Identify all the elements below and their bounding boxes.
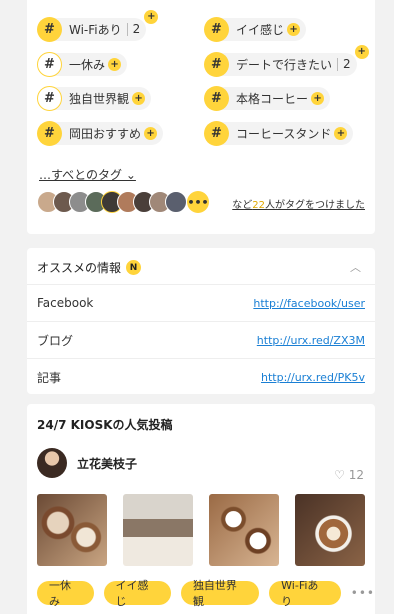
info-card: オススメの情報 N ︿ Facebook http://facebook/use… bbox=[27, 248, 375, 394]
tag-dokuji[interactable]: # 独自世界観 + bbox=[37, 84, 152, 112]
avatar bbox=[165, 191, 187, 213]
tag-okada[interactable]: # 岡田おすすめ + bbox=[37, 119, 164, 147]
post-tag[interactable]: イイ感じ bbox=[103, 579, 171, 608]
avatar bbox=[37, 448, 67, 478]
add-tag-icon[interactable]: + bbox=[108, 57, 122, 71]
hash-icon: # bbox=[204, 51, 229, 77]
tag-label: イイ感じ bbox=[236, 22, 285, 37]
blog-link[interactable]: http://urx.red/ZX3M bbox=[257, 334, 365, 347]
post-tag[interactable]: Wi-Fiあり bbox=[269, 579, 341, 608]
add-tag-icon[interactable]: + bbox=[144, 9, 159, 24]
post-photo[interactable] bbox=[123, 494, 193, 566]
add-tag-icon[interactable]: + bbox=[287, 22, 301, 36]
add-tag-icon[interactable]: + bbox=[311, 91, 325, 105]
tag-wifi[interactable]: # Wi-Fiあり 2 + bbox=[37, 9, 159, 43]
tag-coffee-stand[interactable]: # コーヒースタンド + bbox=[204, 119, 354, 147]
tag-label: 本格コーヒー bbox=[236, 91, 309, 106]
tag-label: 岡田おすすめ bbox=[69, 126, 142, 141]
info-title: オススメの情報 bbox=[37, 261, 122, 275]
article-link[interactable]: http://urx.red/PK5v bbox=[261, 371, 365, 384]
tag-summary-link[interactable]: など22人がタグをつけました bbox=[232, 196, 365, 211]
like-count[interactable]: ♡ 12 bbox=[334, 468, 364, 482]
tag-iikanji[interactable]: # イイ感じ + bbox=[204, 15, 307, 43]
all-tags-link[interactable]: …すべとのタグ ⌄ bbox=[39, 166, 136, 183]
hash-icon: # bbox=[37, 120, 62, 146]
tag-label: 独自世界観 bbox=[69, 91, 130, 106]
post-photo[interactable] bbox=[209, 494, 279, 566]
popular-title: 24/7 KIOSKの人気投稿 bbox=[37, 418, 173, 432]
collapse-icon[interactable]: ︿ bbox=[350, 259, 361, 275]
post-photo[interactable] bbox=[37, 494, 107, 566]
author-name: 立花美枝子 bbox=[77, 456, 138, 471]
tags-card: # Wi-Fiあり 2 + # イイ感じ + # 一休み + # デートで行きたい 2 + … bbox=[27, 0, 375, 234]
tag-count: 2 bbox=[343, 57, 351, 71]
more-icon[interactable]: ••• bbox=[351, 586, 375, 600]
popular-posts-card: 24/7 KIOSKの人気投稿 立花美枝子 ♡ 12 一休み イイ感じ 独自世界… bbox=[27, 404, 375, 614]
info-row-article: 記事 http://urx.red/PK5v bbox=[27, 358, 375, 395]
hash-icon: # bbox=[37, 85, 62, 111]
tag-label: コーヒースタンド bbox=[236, 126, 332, 141]
tag-count: 2 bbox=[132, 22, 141, 36]
info-row-facebook: Facebook http://facebook/user bbox=[27, 284, 375, 321]
info-header: オススメの情報 N bbox=[37, 259, 142, 276]
info-row-blog: ブログ http://urx.red/ZX3M bbox=[27, 321, 375, 358]
tag-hitoyasumi[interactable]: # 一休み + bbox=[37, 50, 128, 78]
tag-date[interactable]: # デートで行きたい 2 + bbox=[204, 44, 369, 78]
add-tag-icon[interactable]: + bbox=[334, 126, 348, 140]
post-photos bbox=[37, 494, 365, 566]
tag-honkaku[interactable]: # 本格コーヒー + bbox=[204, 84, 331, 112]
tagger-avatars[interactable]: ••• bbox=[37, 191, 209, 215]
post-photo[interactable] bbox=[295, 494, 365, 566]
add-tag-icon[interactable]: + bbox=[354, 44, 369, 59]
hash-icon: # bbox=[37, 16, 62, 42]
post-tag[interactable]: 独自世界観 bbox=[180, 579, 260, 608]
more-avatars-icon[interactable]: ••• bbox=[187, 191, 209, 213]
post-tag[interactable]: 一休み bbox=[37, 579, 94, 608]
new-badge: N bbox=[126, 260, 142, 275]
hash-icon: # bbox=[204, 16, 229, 42]
post-tags: 一休み イイ感じ 独自世界観 Wi-Fiあり ••• bbox=[37, 579, 375, 608]
tag-label: 一休み bbox=[69, 57, 106, 72]
add-tag-icon[interactable]: + bbox=[144, 126, 158, 140]
add-tag-icon[interactable]: + bbox=[132, 91, 146, 105]
hash-icon: # bbox=[204, 85, 229, 111]
hash-icon: # bbox=[37, 51, 62, 77]
tag-label: デートで行きたい bbox=[236, 57, 333, 72]
post-author[interactable]: 立花美枝子 bbox=[37, 448, 137, 478]
facebook-link[interactable]: http://facebook/user bbox=[253, 297, 365, 310]
hash-icon: # bbox=[204, 120, 229, 146]
tag-label: Wi-Fiあり bbox=[69, 22, 122, 37]
